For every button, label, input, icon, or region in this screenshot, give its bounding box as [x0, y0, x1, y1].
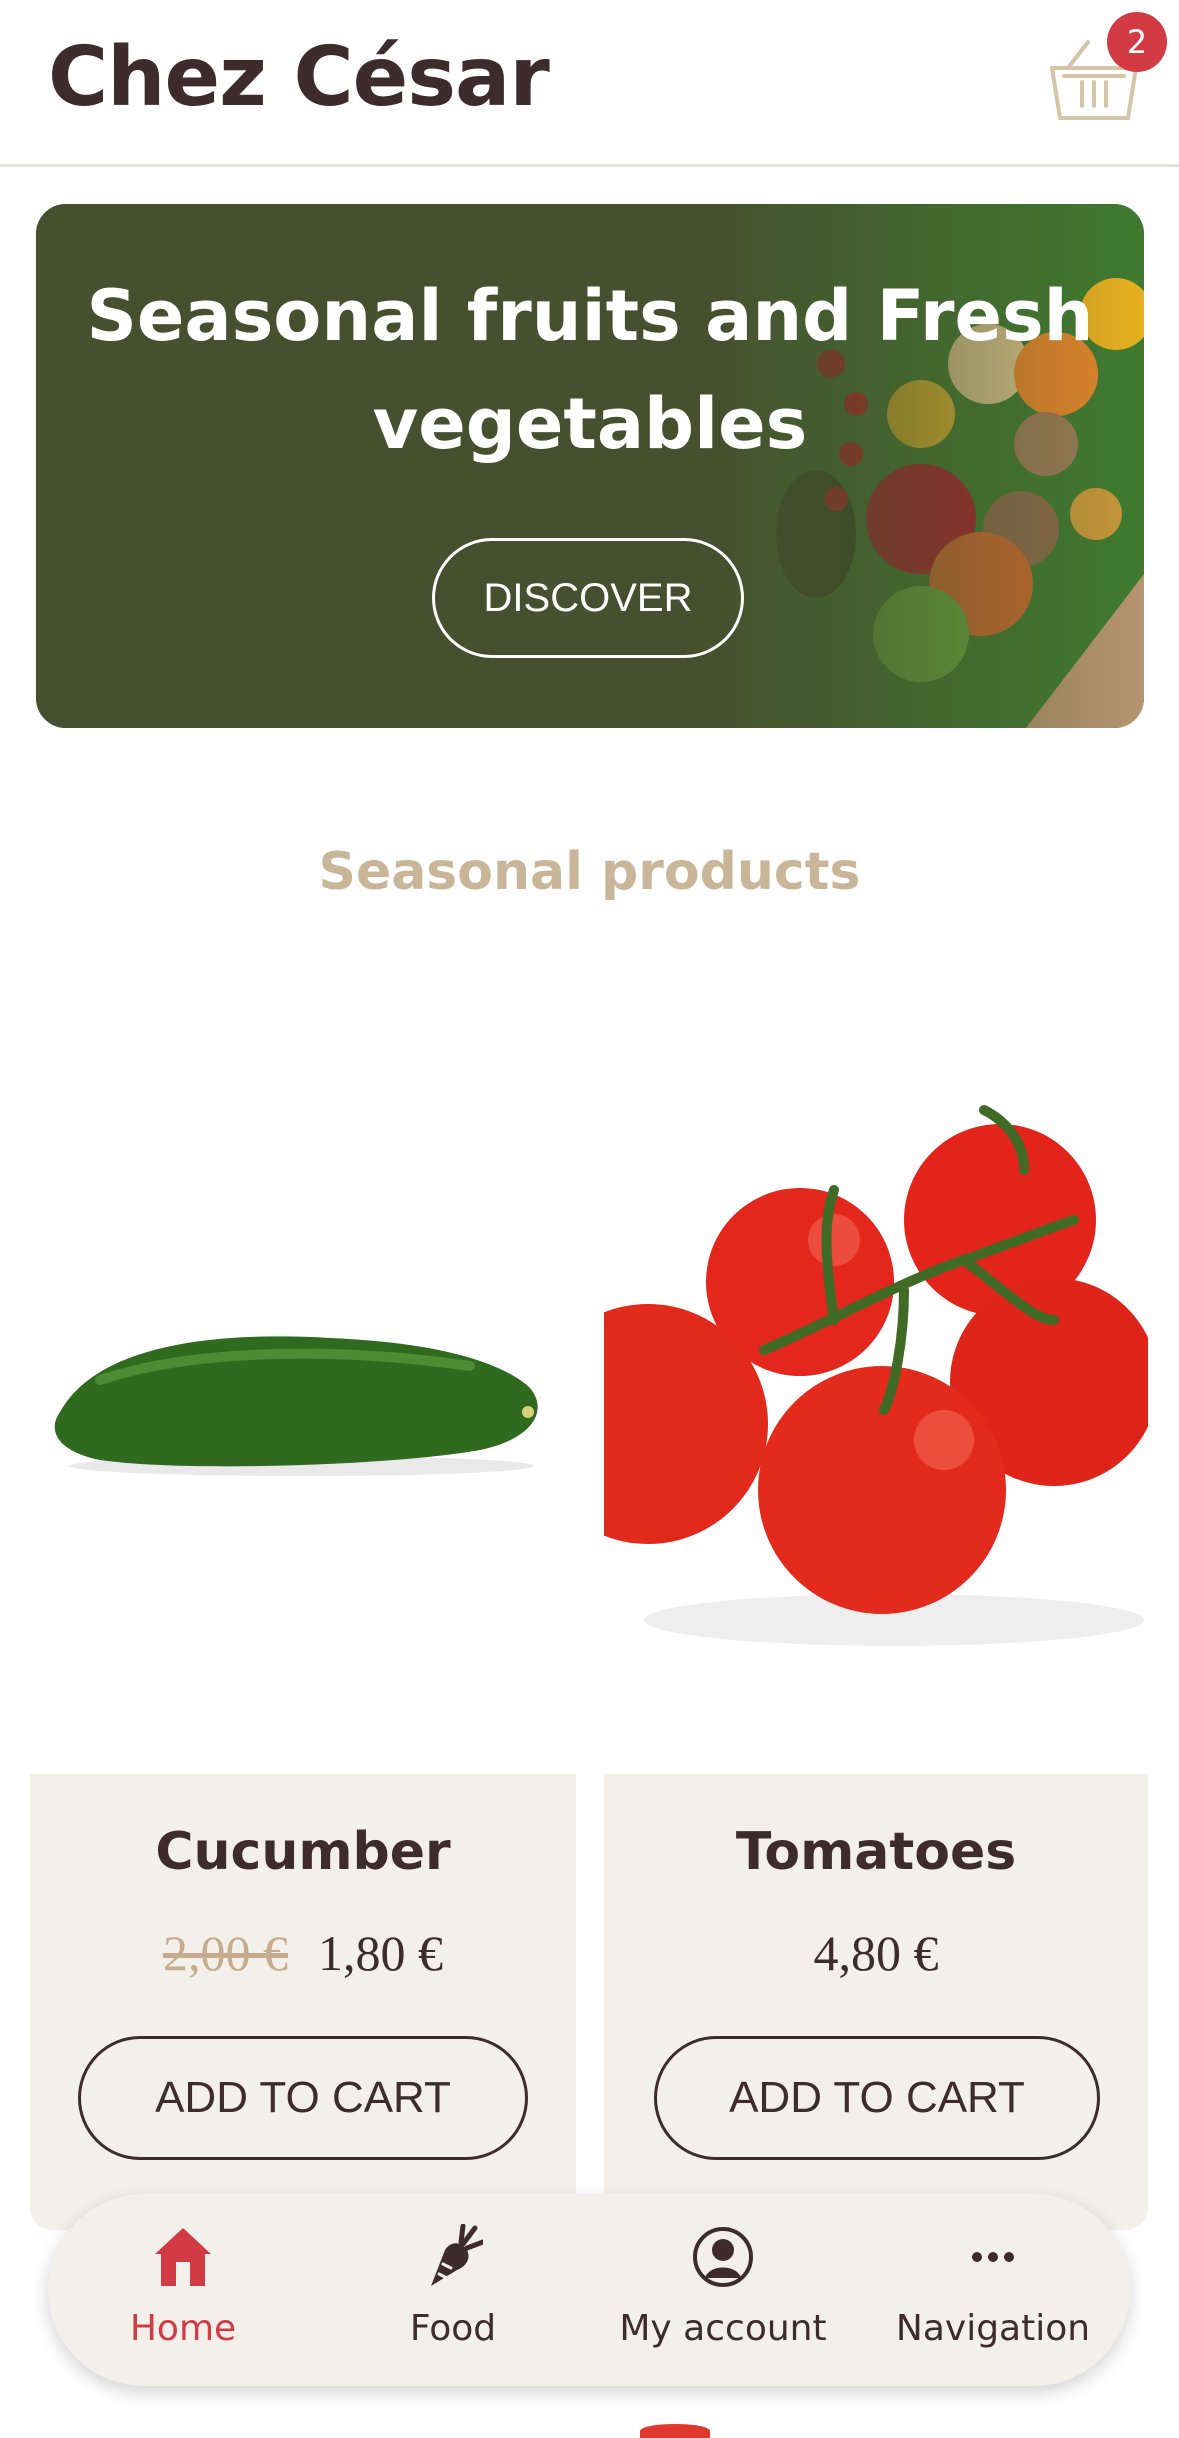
- product-name[interactable]: Tomatoes: [604, 1822, 1148, 1882]
- more-icon: [972, 2252, 1014, 2262]
- product-card-cucumber: Cucumber 2,00 € 1,80 € ADD TO CART: [30, 1774, 576, 2230]
- discover-button[interactable]: DISCOVER: [432, 538, 744, 658]
- product-old-price: 2,00 €: [163, 1925, 288, 1981]
- nav-item-home[interactable]: Home: [48, 2194, 318, 2386]
- nav-item-food[interactable]: Food: [318, 2194, 588, 2386]
- nav-label-home: Home: [129, 2308, 237, 2349]
- hero-title: Seasonal fruits and Fresh vegetables: [86, 275, 1094, 465]
- bottom-navigation: Home Food My account Navigation: [48, 2194, 1130, 2386]
- brand-title[interactable]: Chez César: [48, 30, 550, 125]
- tomatoes-image: [528, 1105, 1158, 1646]
- section-title: Seasonal products: [318, 842, 861, 902]
- nav-item-navigation[interactable]: Navigation: [858, 2194, 1128, 2386]
- add-to-cart-button[interactable]: ADD TO CART: [654, 2036, 1100, 2160]
- carrot-icon: [431, 2224, 483, 2286]
- app-header: Chez César 2: [0, 0, 1179, 167]
- nav-label-navigation: Navigation: [895, 2308, 1091, 2349]
- nav-label-food: Food: [409, 2308, 497, 2349]
- product-price: 2,00 € 1,80 €: [30, 1924, 576, 1982]
- product-image-cucumber[interactable]: [30, 1020, 576, 1772]
- product-current-price: 4,80 €: [813, 1925, 939, 1981]
- product-card-tomatoes: Tomatoes 4,80 € ADD TO CART: [604, 1774, 1148, 2230]
- product-image-tomatoes[interactable]: [528, 1020, 1158, 1772]
- user-icon: [693, 2227, 753, 2287]
- nav-item-account[interactable]: My account: [588, 2194, 858, 2386]
- home-icon: [155, 2228, 211, 2286]
- cart-count-badge[interactable]: 2: [1107, 12, 1167, 72]
- cucumber-image: [54, 1336, 538, 1476]
- nav-label-account: My account: [619, 2308, 827, 2349]
- add-to-cart-button[interactable]: ADD TO CART: [78, 2036, 528, 2160]
- hero-banner: Seasonal fruits and Fresh vegetables DIS…: [36, 204, 1144, 728]
- product-current-price: 1,80 €: [318, 1925, 443, 1981]
- product-price: 4,80 €: [604, 1924, 1148, 1982]
- product-name[interactable]: Cucumber: [30, 1822, 576, 1882]
